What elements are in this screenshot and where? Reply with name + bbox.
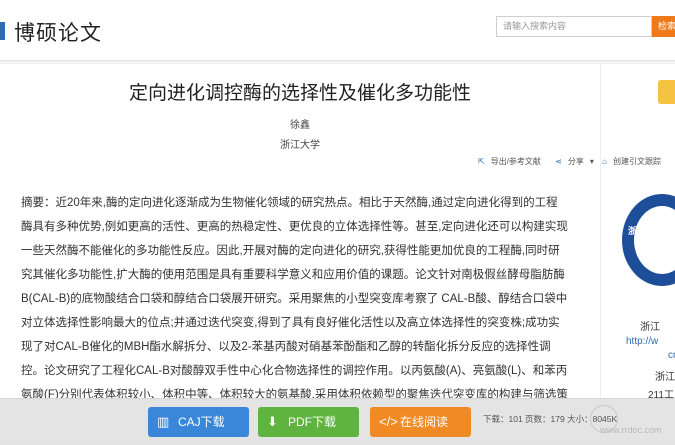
abstract-line: B(CAL-B)的底物酸结合口袋和醇结合口袋展开研究。采用聚焦的小型突变库考察了… bbox=[21, 293, 568, 305]
paper-actions: ⇱ 导出/参考文献 ⋖ 分享 ▾ ⌂ 创建引文跟踪 bbox=[478, 156, 673, 170]
abstract-line: 一些天然酶不能催化的多功能性反应。因此,开展对酶的定向进化的研究,获得性能更加优… bbox=[21, 245, 560, 257]
abstract-line: 控。论文研究了工程化CAL-B对酸醇双手性中心化合物选择性的调控作用。以丙氨酸(… bbox=[21, 365, 568, 377]
paper-organization[interactable]: 浙江大学 bbox=[0, 136, 600, 151]
abstract: 摘要：近20年来,酶的定向进化逐渐成为生物催化领域的研究热点。相比于天然酶,通过… bbox=[21, 191, 600, 407]
pdf-icon: ⬇ bbox=[267, 414, 278, 429]
abstract-line: 对立体选择性影响最大的位点;并通过迭代突变,得到了具有良好催化活性以及高立体选择… bbox=[21, 317, 560, 329]
read-online-button[interactable]: </> 在线阅读 bbox=[370, 407, 471, 437]
citation-tracking-label: 创建引文跟踪 bbox=[612, 157, 661, 166]
school-url[interactable]: http://w bbox=[626, 336, 658, 347]
export-icon: ⇱ bbox=[478, 157, 485, 166]
school-url-tail[interactable]: cn bbox=[668, 350, 675, 361]
school-info: 浙江 bbox=[655, 372, 675, 383]
pdf-download-button[interactable]: ⬇ PDF下载 bbox=[258, 407, 359, 437]
export-action[interactable]: ⇱ 导出/参考文献 bbox=[478, 157, 547, 166]
abstract-line: 摘要：近20年来,酶的定向进化逐渐成为生物催化领域的研究热点。相比于天然酶,通过… bbox=[21, 197, 558, 209]
emblem-text: 浙江大学 bbox=[628, 226, 665, 236]
book-icon: ▥ bbox=[157, 414, 170, 429]
citation-tracking-icon: ⌂ bbox=[602, 157, 607, 166]
watermark-text: www.rrdoc.com bbox=[600, 425, 662, 435]
pdf-download-label: PDF下载 bbox=[288, 415, 337, 429]
caj-download-label: CAJ下载 bbox=[178, 415, 225, 429]
abstract-line: 现了对CAL-B催化的MBH酯水解拆分、以及2-苯基丙酸对硝基苯酚酯和乙醇的转酯… bbox=[21, 341, 551, 353]
abstract-line: 究其催化多功能性,扩大酶的使用范围是具有重要科学意义和应用价值的课题。论文针对南… bbox=[21, 269, 565, 281]
caj-download-button[interactable]: ▥ CAJ下载 bbox=[148, 407, 249, 437]
citation-tracking-action[interactable]: ⌂ 创建引文跟踪 bbox=[602, 157, 667, 166]
read-online-label: 在线阅读 bbox=[400, 415, 449, 429]
share-label: 分享 bbox=[567, 157, 584, 166]
paper-author[interactable]: 徐鑫 bbox=[0, 116, 600, 131]
share-icon: ⋖ bbox=[555, 157, 562, 166]
emblem-inner bbox=[634, 206, 675, 274]
paper-title: 定向进化调控酶的选择性及催化多功能性 bbox=[128, 83, 471, 104]
search-input[interactable]: 请输入搜索内容 bbox=[496, 16, 652, 37]
side-tab-button[interactable] bbox=[658, 80, 675, 104]
logo-accent bbox=[0, 22, 5, 40]
school-name: 浙江 bbox=[640, 322, 660, 333]
site-logo[interactable]: 博硕论文 bbox=[14, 17, 102, 47]
code-icon: </> bbox=[379, 414, 398, 429]
abstract-line: 酶具有多种优势,例如更高的活性、更高的热稳定性、更优良的立体选择性等。甚至,定向… bbox=[21, 221, 568, 233]
search-button[interactable]: 检索 bbox=[652, 16, 675, 37]
export-label: 导出/参考文献 bbox=[490, 157, 541, 166]
share-action[interactable]: ⋖ 分享 ▾ bbox=[555, 157, 594, 166]
